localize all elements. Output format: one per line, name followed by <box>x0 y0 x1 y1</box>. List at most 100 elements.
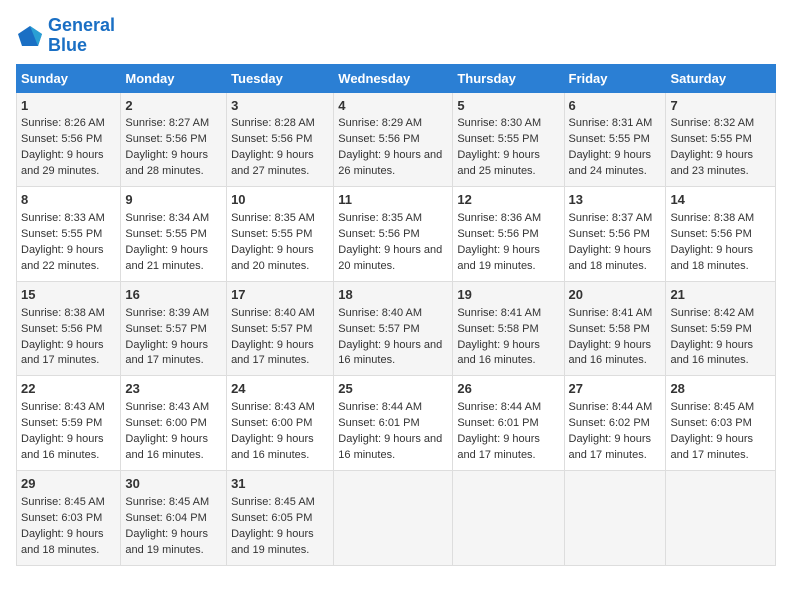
column-header-wednesday: Wednesday <box>334 64 453 92</box>
calendar-cell: 17Sunrise: 8:40 AMSunset: 5:57 PMDayligh… <box>227 281 334 376</box>
daylight-text: Daylight: 9 hours and 29 minutes. <box>21 149 104 177</box>
day-number: 29 <box>21 475 116 494</box>
logo-text: General Blue <box>48 16 115 56</box>
calendar-cell: 1Sunrise: 8:26 AMSunset: 5:56 PMDaylight… <box>17 92 121 187</box>
sunset-text: Sunset: 5:58 PM <box>569 323 650 335</box>
sunset-text: Sunset: 5:56 PM <box>21 323 102 335</box>
sunset-text: Sunset: 5:55 PM <box>670 133 751 145</box>
sunrise-text: Sunrise: 8:45 AM <box>125 496 209 508</box>
daylight-text: Daylight: 9 hours and 22 minutes. <box>21 244 104 272</box>
day-number: 11 <box>338 191 448 210</box>
calendar-cell: 13Sunrise: 8:37 AMSunset: 5:56 PMDayligh… <box>564 187 666 282</box>
sunset-text: Sunset: 5:58 PM <box>457 323 538 335</box>
calendar-cell: 18 Sunrise: 8:40 AM Sunset: 5:57 PM Dayligh… <box>334 281 453 376</box>
calendar-table: SundayMondayTuesdayWednesdayThursdayFrid… <box>16 64 776 566</box>
day-number: 16 <box>125 286 222 305</box>
day-number: 27 <box>569 380 662 399</box>
sunrise-text: Sunrise: 8:38 AM <box>21 307 105 319</box>
calendar-cell: 7Sunrise: 8:32 AM Sunset: 5:55 PM Daylight… <box>666 92 776 187</box>
sunrise-text: Sunrise: 8:28 AM <box>231 117 315 129</box>
sunrise-text: Sunrise: 8:30 AM <box>457 117 541 129</box>
day-number: 30 <box>125 475 222 494</box>
sunrise-text: Sunrise: 8:44 AM <box>457 401 541 413</box>
sunset-text: Sunset: 5:57 PM <box>231 323 312 335</box>
sunrise-text: Sunrise: 8:45 AM <box>231 496 315 508</box>
daylight-text: Daylight: 9 hours and 16 minutes. <box>231 433 314 461</box>
sunset-text: Sunset: 5:55 PM <box>125 228 206 240</box>
day-number: 12 <box>457 191 559 210</box>
calendar-cell <box>453 470 564 565</box>
calendar-cell: 28Sunrise: 8:45 AMSunset: 6:03 PMDayligh… <box>666 376 776 471</box>
day-number: 14 <box>670 191 771 210</box>
day-number: 24 <box>231 380 329 399</box>
day-number: 21 <box>670 286 771 305</box>
sunrise-text: Sunrise: 8:36 AM <box>457 212 541 224</box>
calendar-cell: 23Sunrise: 8:43 AMSunset: 6:00 PMDayligh… <box>121 376 227 471</box>
daylight-text: Daylight: 9 hours and 24 minutes. <box>569 149 652 177</box>
day-number: 17 <box>231 286 329 305</box>
daylight-text: Daylight: 9 hours and 25 minutes. <box>457 149 540 177</box>
calendar-cell: 2Sunrise: 8:27 AMSunset: 5:56 PMDaylight… <box>121 92 227 187</box>
sunrise-text: Sunrise: 8:43 AM <box>125 401 209 413</box>
daylight-text: Daylight: 9 hours and 21 minutes. <box>125 244 208 272</box>
day-number: 31 <box>231 475 329 494</box>
day-number: 13 <box>569 191 662 210</box>
calendar-header-row: SundayMondayTuesdayWednesdayThursdayFrid… <box>17 64 776 92</box>
sunset-text: Sunset: 5:59 PM <box>670 323 751 335</box>
sunset-text: Sunset: 5:56 PM <box>231 133 312 145</box>
day-number: 3 <box>231 97 329 116</box>
daylight-text: Daylight: 9 hours and 17 minutes. <box>231 339 314 367</box>
day-number: 7 <box>670 97 771 116</box>
calendar-cell: 12Sunrise: 8:36 AMSunset: 5:56 PMDayligh… <box>453 187 564 282</box>
calendar-week-row: 22Sunrise: 8:43 AMSunset: 5:59 PMDayligh… <box>17 376 776 471</box>
sunrise-text: Sunrise: 8:33 AM <box>21 212 105 224</box>
day-number: 18 <box>338 286 448 305</box>
calendar-cell: 9 Sunrise: 8:34 AM Sunset: 5:55 PM Daylight… <box>121 187 227 282</box>
sunrise-text: Sunrise: 8:35 AM <box>338 212 422 224</box>
daylight-text: Daylight: 9 hours and 19 minutes. <box>125 528 208 556</box>
sunrise-text: Sunrise: 8:42 AM <box>670 307 754 319</box>
daylight-text: Daylight: 9 hours and 16 minutes. <box>569 339 652 367</box>
sunset-text: Sunset: 5:55 PM <box>457 133 538 145</box>
daylight-text: Daylight: 9 hours and 16 minutes. <box>338 433 442 461</box>
calendar-cell: 24 Sunrise: 8:43 AM Sunset: 6:00 PM Dayligh… <box>227 376 334 471</box>
sunrise-text: Sunrise: 8:43 AM <box>231 401 315 413</box>
daylight-text: Daylight: 9 hours and 16 minutes. <box>338 339 442 367</box>
sunset-text: Sunset: 5:56 PM <box>21 133 102 145</box>
calendar-cell: 30 Sunrise: 8:45 AM Sunset: 6:04 PM Dayligh… <box>121 470 227 565</box>
sunrise-text: Sunrise: 8:40 AM <box>338 307 422 319</box>
calendar-cell: 4Sunrise: 8:29 AMSunset: 5:56 PMDaylight… <box>334 92 453 187</box>
daylight-text: Daylight: 9 hours and 19 minutes. <box>231 528 314 556</box>
sunset-text: Sunset: 5:55 PM <box>231 228 312 240</box>
day-number: 5 <box>457 97 559 116</box>
calendar-cell: 3Sunrise: 8:28 AM Sunset: 5:56 PM Daylight… <box>227 92 334 187</box>
daylight-text: Daylight: 9 hours and 23 minutes. <box>670 149 753 177</box>
sunset-text: Sunset: 6:03 PM <box>21 512 102 524</box>
sunset-text: Sunset: 6:00 PM <box>231 417 312 429</box>
sunrise-text: Sunrise: 8:32 AM <box>670 117 754 129</box>
daylight-text: Daylight: 9 hours and 17 minutes. <box>457 433 540 461</box>
sunrise-text: Sunrise: 8:39 AM <box>125 307 209 319</box>
calendar-cell: 8Sunrise: 8:33 AMSunset: 5:55 PMDaylight… <box>17 187 121 282</box>
day-number: 20 <box>569 286 662 305</box>
sunrise-text: Sunrise: 8:41 AM <box>569 307 653 319</box>
day-number: 10 <box>231 191 329 210</box>
sunrise-text: Sunrise: 8:38 AM <box>670 212 754 224</box>
day-number: 9 <box>125 191 222 210</box>
sunset-text: Sunset: 5:59 PM <box>21 417 102 429</box>
sunset-text: Sunset: 6:04 PM <box>125 512 206 524</box>
sunset-text: Sunset: 5:57 PM <box>338 323 419 335</box>
calendar-cell: 11Sunrise: 8:35 AMSunset: 5:56 PMDayligh… <box>334 187 453 282</box>
calendar-cell: 14Sunrise: 8:38 AMSunset: 5:56 PMDayligh… <box>666 187 776 282</box>
calendar-cell <box>564 470 666 565</box>
sunrise-text: Sunrise: 8:29 AM <box>338 117 422 129</box>
daylight-text: Daylight: 9 hours and 27 minutes. <box>231 149 314 177</box>
column-header-sunday: Sunday <box>17 64 121 92</box>
sunrise-text: Sunrise: 8:34 AM <box>125 212 209 224</box>
sunrise-text: Sunrise: 8:45 AM <box>21 496 105 508</box>
daylight-text: Daylight: 9 hours and 16 minutes. <box>125 433 208 461</box>
calendar-cell: 16Sunrise: 8:39 AMSunset: 5:57 PMDayligh… <box>121 281 227 376</box>
daylight-text: Daylight: 9 hours and 18 minutes. <box>21 528 104 556</box>
daylight-text: Daylight: 9 hours and 18 minutes. <box>569 244 652 272</box>
sunrise-text: Sunrise: 8:35 AM <box>231 212 315 224</box>
